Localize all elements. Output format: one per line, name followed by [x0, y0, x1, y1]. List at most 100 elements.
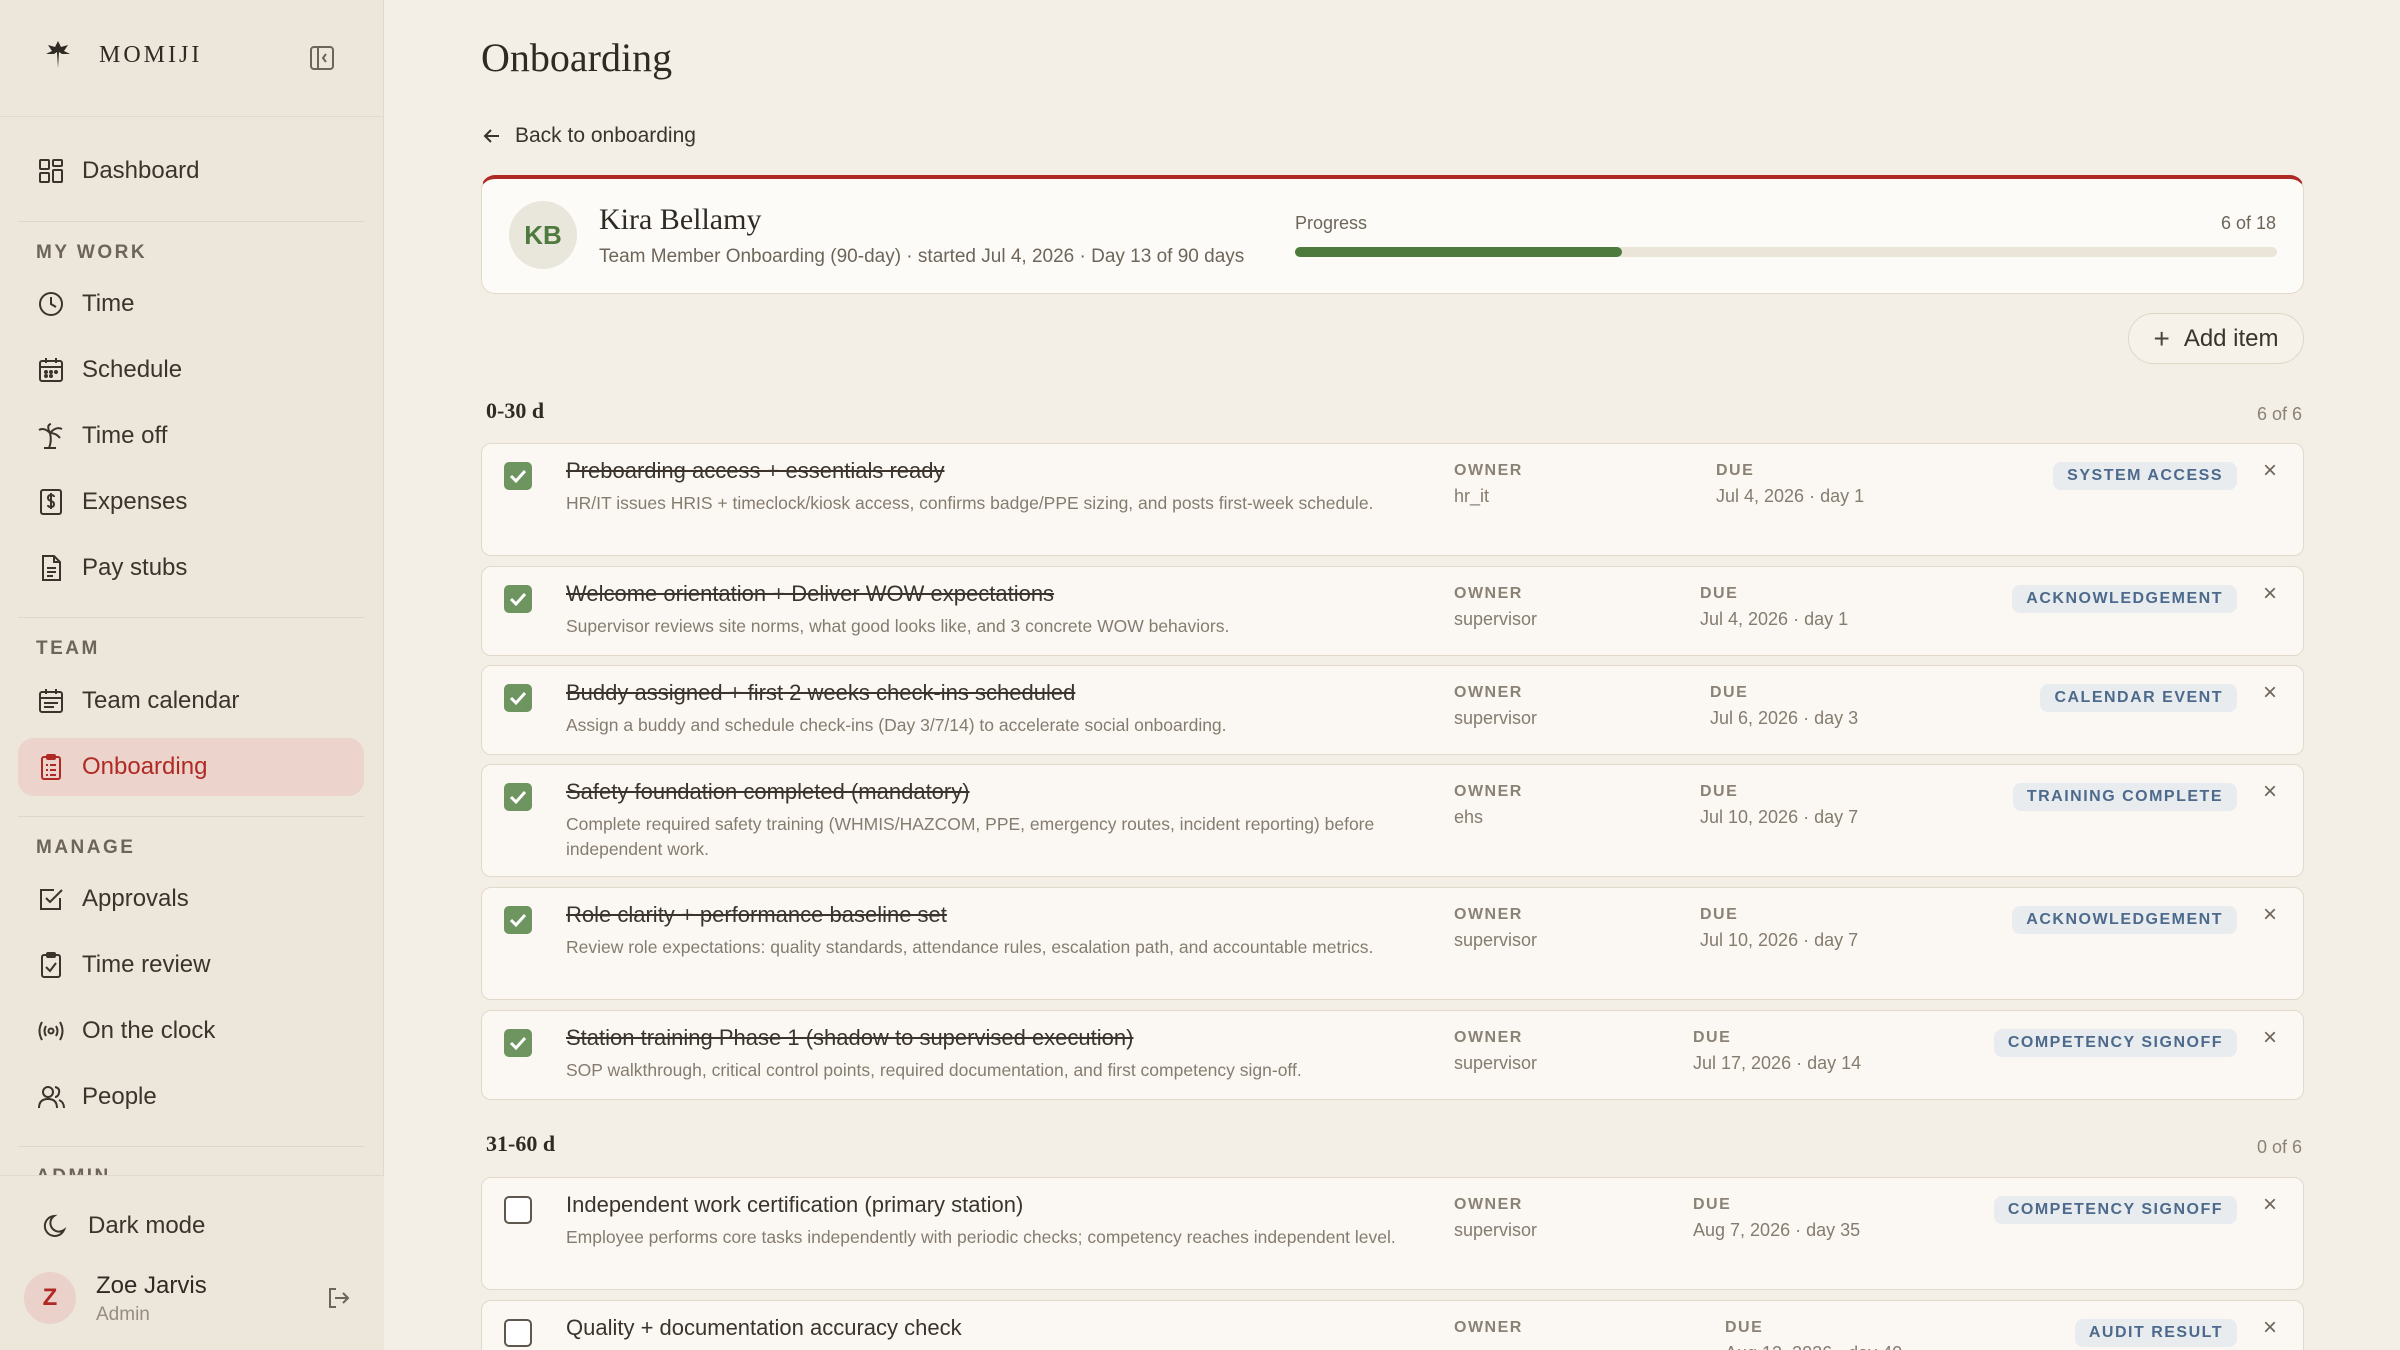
logout-icon[interactable] — [324, 1284, 352, 1312]
plus-icon: + — [2153, 322, 2170, 354]
nav-onboarding[interactable]: Onboarding — [18, 738, 364, 796]
due-label: DUE — [1725, 1319, 1764, 1336]
remove-task-icon[interactable]: × — [2259, 780, 2281, 804]
task-description: Review role expectations: quality standa… — [566, 937, 1374, 957]
task-description: Assign a buddy and schedule check-ins (D… — [566, 715, 1227, 735]
nav-team-calendar[interactable]: Team calendar — [18, 672, 364, 730]
nav-time-review-label: Time review — [82, 951, 211, 978]
due-label: DUE — [1716, 462, 1755, 479]
task-type-badge: ACKNOWLEDGEMENT — [2012, 585, 2237, 613]
owner-value: hr_it — [1454, 486, 1490, 506]
task-description: Employee performs core tasks independent… — [566, 1227, 1396, 1247]
task-type-badge: CALENDAR EVENT — [2040, 684, 2237, 712]
nav-people-label: People — [82, 1083, 157, 1110]
task-row: Safety foundation completed (mandatory) C… — [481, 764, 2304, 877]
progress-count: 6 of 18 — [2220, 213, 2276, 233]
due-label: DUE — [1700, 585, 1739, 602]
remove-task-icon[interactable]: × — [2259, 1026, 2281, 1050]
employee-card: KB Kira Bellamy Team Member Onboarding (… — [481, 175, 2304, 294]
nav-on-the-clock[interactable]: On the clock — [18, 1002, 364, 1060]
task-row: Role clarity + performance baseline set R… — [481, 887, 2304, 1000]
group-title: 0-30 d — [486, 398, 545, 423]
owner-label: OWNER — [1454, 1319, 1523, 1336]
task-title: Role clarity + performance baseline set — [566, 902, 947, 927]
owner-value: supervisor — [1454, 1053, 1538, 1073]
owner-value: supervisor — [1454, 930, 1538, 950]
remove-task-icon[interactable]: × — [2259, 1316, 2281, 1340]
page-title: Onboarding — [481, 35, 673, 80]
checkbox-icon — [40, 889, 63, 910]
owner-label: OWNER — [1454, 783, 1523, 800]
task-checkbox[interactable] — [504, 1319, 532, 1347]
owner-label: OWNER — [1454, 1029, 1523, 1046]
nav-on-the-clock-label: On the clock — [82, 1017, 216, 1044]
user-avatar[interactable]: Z — [24, 1272, 76, 1324]
task-row: Station training Phase 1 (shadow to supe… — [481, 1010, 2304, 1100]
calendar-icon — [39, 358, 63, 382]
dark-mode-toggle[interactable]: Dark mode — [24, 1197, 370, 1255]
nav-people[interactable]: People — [18, 1068, 364, 1126]
momiji-logo-icon — [46, 41, 70, 68]
task-title: Station training Phase 1 (shadow to supe… — [566, 1025, 1134, 1050]
task-type-badge: COMPETENCY SIGNOFF — [1993, 1196, 2237, 1224]
nav-pay-stubs-label: Pay stubs — [82, 554, 188, 581]
divider — [18, 816, 364, 817]
nav-onboarding-label: Onboarding — [82, 753, 208, 780]
owner-label: OWNER — [1454, 684, 1523, 701]
task-checkbox[interactable] — [504, 585, 532, 613]
owner-label: OWNER — [1454, 462, 1523, 479]
nav-time-label: Time — [82, 290, 135, 317]
divider — [18, 221, 364, 222]
progress-bar — [1295, 247, 2277, 257]
remove-task-icon[interactable]: × — [2259, 1193, 2281, 1217]
task-row: Independent work certification (primary … — [481, 1177, 2304, 1290]
remove-task-icon[interactable]: × — [2259, 903, 2281, 927]
clipboard-check-icon — [41, 952, 61, 978]
nav-pay-stubs[interactable]: Pay stubs — [18, 539, 364, 597]
nav-approvals[interactable]: Approvals — [18, 870, 364, 928]
clipboard-list-icon — [41, 754, 61, 780]
due-value: Jul 17, 2026 · day 14 — [1693, 1053, 1862, 1073]
group-count: 0 of 6 — [2256, 1137, 2302, 1157]
remove-task-icon[interactable]: × — [2259, 459, 2281, 483]
back-link-label: Back to onboarding — [515, 124, 696, 147]
due-label: DUE — [1710, 684, 1749, 701]
collapse-sidebar-icon[interactable] — [308, 44, 336, 72]
owner-value: supervisor — [1454, 609, 1538, 629]
group-title: 31-60 d — [486, 1131, 556, 1156]
clock-icon — [39, 292, 63, 316]
nav-time[interactable]: Time — [18, 275, 364, 333]
task-checkbox[interactable] — [504, 1029, 532, 1057]
back-link[interactable]: Back to onboarding — [481, 124, 696, 148]
add-item-button[interactable]: + Add item — [2128, 313, 2304, 364]
nav-schedule[interactable]: Schedule — [18, 341, 364, 399]
due-value: Aug 12, 2026 · day 40 — [1725, 1343, 1902, 1350]
nav-schedule-label: Schedule — [82, 356, 183, 383]
owner-label: OWNER — [1454, 906, 1523, 923]
task-row: Quality + documentation accuracy check OW… — [481, 1300, 2304, 1350]
task-checkbox[interactable] — [504, 783, 532, 811]
nav-time-review[interactable]: Time review — [18, 936, 364, 994]
due-label: DUE — [1693, 1196, 1732, 1213]
task-checkbox[interactable] — [504, 1196, 532, 1224]
task-checkbox[interactable] — [504, 684, 532, 712]
due-label: DUE — [1700, 783, 1739, 800]
nav-expenses[interactable]: Expenses — [18, 473, 364, 531]
nav-dashboard[interactable]: Dashboard — [18, 142, 364, 200]
due-value: Jul 4, 2026 · day 1 — [1700, 609, 1849, 629]
task-type-badge: AUDIT RESULT — [2074, 1319, 2237, 1347]
due-label: DUE — [1700, 906, 1739, 923]
section-manage: MANAGE — [36, 837, 136, 858]
task-checkbox[interactable] — [504, 462, 532, 490]
owner-label: OWNER — [1454, 585, 1523, 602]
task-description: HR/IT issues HRIS + timeclock/kiosk acce… — [566, 493, 1374, 513]
task-type-badge: SYSTEM ACCESS — [2053, 462, 2237, 490]
task-checkbox[interactable] — [504, 906, 532, 934]
add-item-label: Add item — [2183, 324, 2279, 352]
nav-time-off[interactable]: Time off — [18, 407, 364, 465]
user-role: Admin — [96, 1304, 150, 1325]
remove-task-icon[interactable]: × — [2259, 681, 2281, 705]
task-type-badge: TRAINING COMPLETE — [2012, 783, 2237, 811]
remove-task-icon[interactable]: × — [2259, 582, 2281, 606]
task-type-badge: ACKNOWLEDGEMENT — [2012, 906, 2237, 934]
